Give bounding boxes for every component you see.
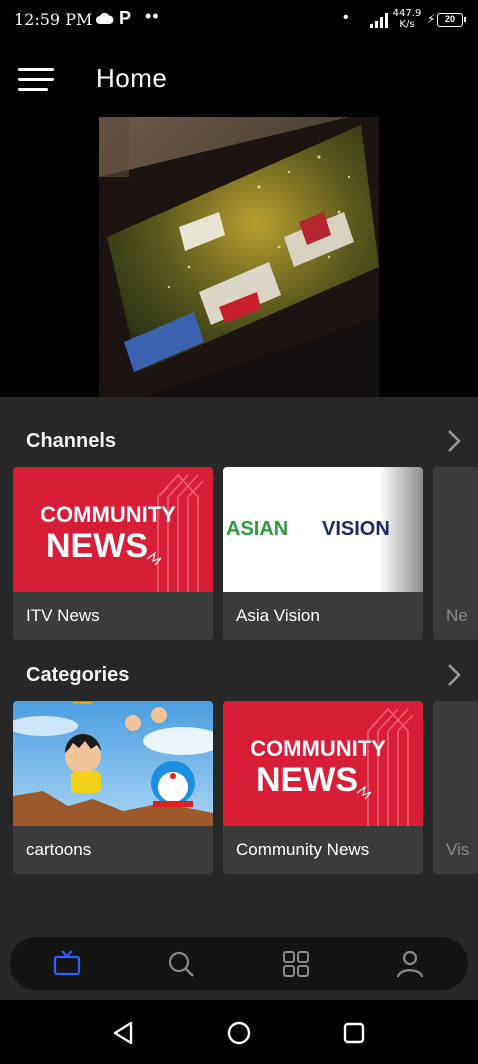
- category-card-label: Vis: [446, 840, 470, 859]
- logo-text-community: COMMUNITY: [250, 736, 386, 761]
- partial-thumb: [433, 467, 478, 592]
- home-icon[interactable]: [224, 1018, 254, 1048]
- category-card-cartoons[interactable]: cartoons: [13, 701, 213, 874]
- community-news-logo: COMMUNITY NEWS: [13, 467, 213, 592]
- hero-image: [99, 117, 379, 397]
- page-title: Home: [96, 63, 168, 93]
- status-bar: 12:59 PM P •• • 447.9 K/s ⚡ 20: [0, 0, 478, 42]
- status-time: 12:59 PM: [14, 10, 93, 29]
- network-speed: 447.9 K/s: [392, 8, 422, 30]
- cloud-icon: [96, 13, 114, 24]
- channel-card-partial[interactable]: Ne: [433, 467, 478, 640]
- channel-card-label: ITV News: [26, 606, 100, 625]
- grid-icon[interactable]: [279, 947, 313, 981]
- profile-icon[interactable]: [393, 947, 427, 981]
- cartoons-thumbnail: [13, 701, 213, 826]
- hero-banner[interactable]: [99, 117, 379, 397]
- logo-text-vision: VISION: [322, 518, 390, 540]
- search-icon[interactable]: [164, 947, 198, 981]
- system-navigation-bar: [0, 1000, 478, 1064]
- bottom-navigation: [10, 937, 468, 990]
- channel-card-label: Asia Vision: [236, 606, 320, 625]
- content-panel: Channels COMMUNITY NEWS ITV News ASIAN V…: [0, 397, 478, 1000]
- logo-text-community: COMMUNITY: [40, 502, 176, 527]
- category-card-label: cartoons: [26, 840, 92, 859]
- recents-icon[interactable]: [339, 1018, 369, 1048]
- tv-icon[interactable]: [50, 947, 84, 981]
- network-speed-value: 447.9: [392, 8, 422, 19]
- channel-card-asia-vision[interactable]: ASIAN VISION Asia Vision: [223, 467, 423, 640]
- logo-text-news: NEWS: [46, 527, 148, 565]
- category-card-label: Community News: [236, 840, 370, 859]
- asian-vision-logo: ASIAN VISION: [223, 467, 423, 592]
- partial-thumb: [433, 701, 478, 826]
- categories-chevron-right-icon[interactable]: [444, 662, 464, 688]
- categories-title: Categories: [26, 664, 130, 686]
- category-card-community-news[interactable]: COMMUNITY NEWS Community News: [223, 701, 423, 874]
- category-card-partial[interactable]: Vis: [433, 701, 478, 874]
- app-bar: Home: [0, 42, 478, 118]
- hamburger-menu-icon[interactable]: [18, 68, 56, 96]
- indicator-dot-icon: •: [343, 9, 349, 26]
- logo-text-news: NEWS: [256, 761, 358, 799]
- more-notifications-icon: ••: [145, 6, 160, 26]
- channels-chevron-right-icon[interactable]: [444, 428, 464, 454]
- back-icon[interactable]: [109, 1018, 139, 1048]
- channels-title: Channels: [26, 430, 117, 452]
- channel-card-itv-news[interactable]: COMMUNITY NEWS ITV News: [13, 467, 213, 640]
- logo-text-asian: ASIAN: [226, 518, 288, 540]
- signal-strength-icon: [370, 13, 388, 28]
- community-news-logo: COMMUNITY NEWS: [223, 701, 423, 826]
- channel-card-label: Ne: [446, 606, 468, 625]
- app-notification-icon: P: [119, 8, 132, 28]
- charging-icon: ⚡: [427, 12, 436, 26]
- battery-icon: 20: [437, 13, 466, 27]
- network-speed-unit: K/s: [399, 19, 415, 30]
